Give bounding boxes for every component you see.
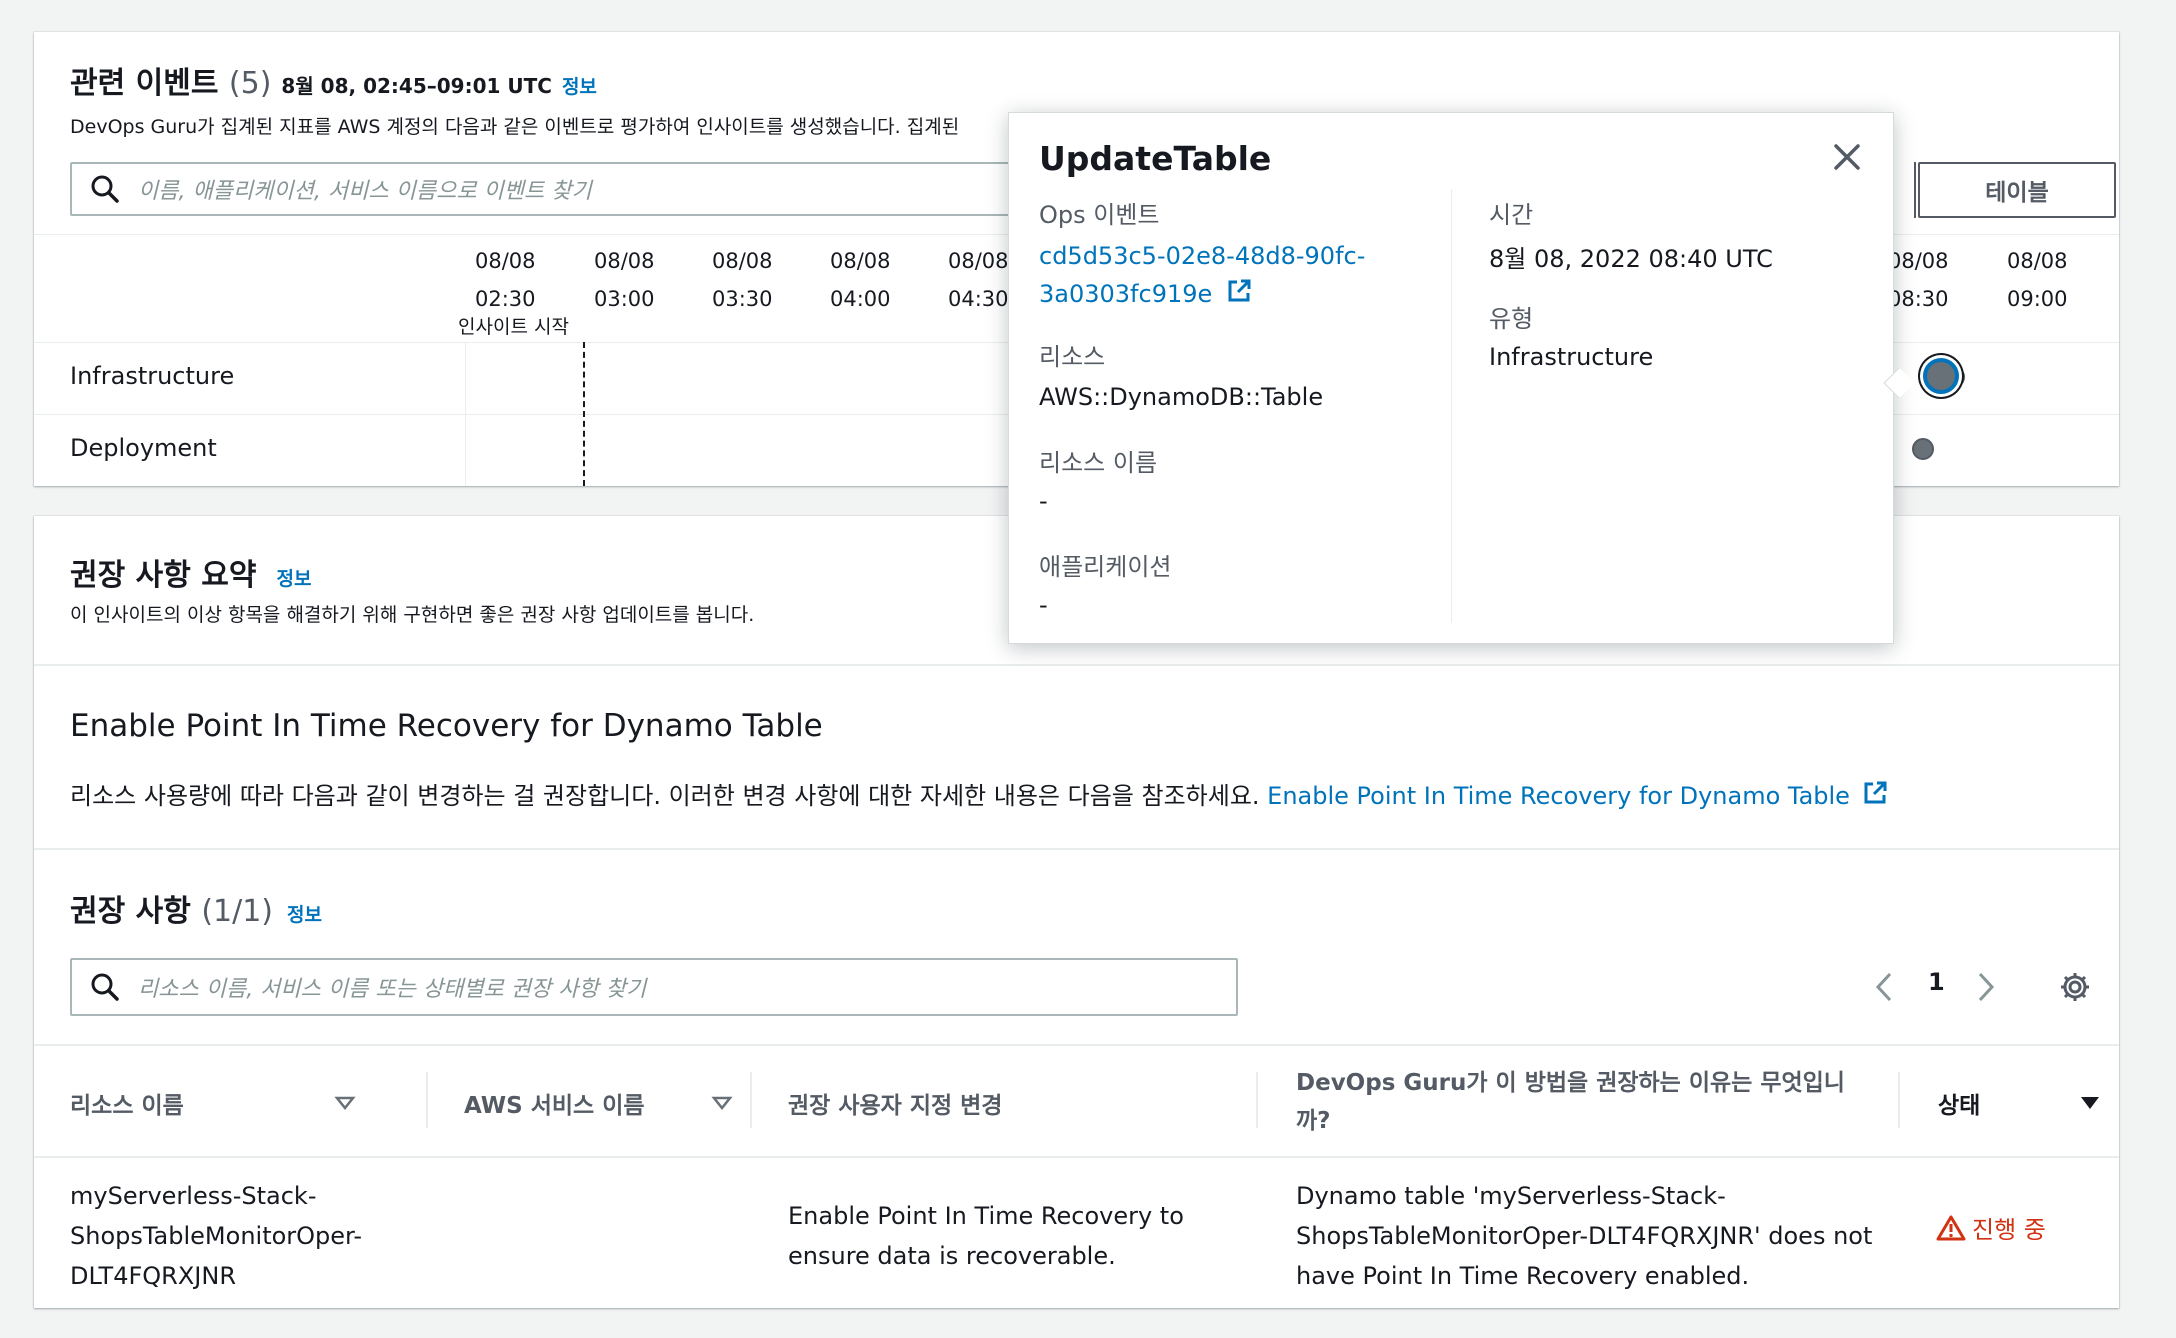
status-badge: 진행 중	[1936, 1210, 2046, 1245]
gear-icon[interactable]	[2058, 970, 2092, 1004]
type-label: 유형	[1489, 305, 1534, 333]
column-header-status[interactable]: 상태	[1938, 1086, 2100, 1120]
close-icon[interactable]	[1827, 137, 1867, 177]
insight-start-marker	[583, 342, 585, 486]
sort-icon[interactable]	[710, 1095, 733, 1111]
cell-resource-name: myServerless-Stack- ShopsTableMonitorOpe…	[70, 1182, 363, 1290]
timeline-tick: 08/08 02:30	[475, 249, 536, 311]
recommendations-search-placeholder: 리소스 이름, 서비스 이름 또는 상태별로 권장 사항 찾기	[138, 977, 647, 1002]
summary-description: 이 인사이트의 이상 항목을 해결하기 위해 구현하면 좋은 권장 사항 업데이…	[70, 604, 755, 626]
timeline-tick: 08/08 09:00	[2007, 249, 2068, 311]
ops-event-link[interactable]: cd5d53c5-02e8-48d8-90fc- 3a0303fc919e	[1039, 237, 1365, 313]
popover-title: UpdateTable	[1039, 139, 1272, 178]
timeline-tick: 08/08 04:00	[830, 249, 891, 311]
summary-title: 권장 사항 요약	[70, 558, 257, 593]
cell-why: Dynamo table 'myServerless-Stack- ShopsT…	[1296, 1182, 1873, 1290]
column-divider	[1898, 1072, 1900, 1128]
ops-event-label: Ops 이벤트	[1039, 201, 1160, 229]
resource-name-value: -	[1039, 487, 1048, 515]
resource-value: AWS::DynamoDB::Table	[1039, 383, 1324, 411]
recommendations-header: 권장 사항 (1/1) 정보	[70, 886, 322, 930]
recommendation-doc-link[interactable]: Enable Point In Time Recovery for Dynamo…	[1267, 781, 1887, 810]
resource-label: 리소스	[1039, 343, 1106, 371]
event-dot[interactable]	[1912, 438, 1934, 460]
divider	[34, 848, 2119, 850]
divider	[34, 664, 2119, 666]
warning-icon	[1936, 1215, 1966, 1240]
table-header-divider	[34, 1156, 2119, 1158]
popover-column-divider	[1451, 189, 1452, 623]
sort-descending-icon[interactable]	[2080, 1095, 2100, 1111]
events-time-range: 8월 08, 02:45–09:01 UTC	[281, 74, 552, 98]
recommendation-card-text: 리소스 사용량에 따라 다음과 같이 변경하는 걸 권장합니다. 이러한 변경 …	[70, 776, 1888, 811]
column-divider	[1256, 1072, 1258, 1128]
column-header-service[interactable]: AWS 서비스 이름	[464, 1086, 733, 1120]
timeline-tick: 08/08 03:30	[712, 249, 773, 311]
column-header-resource[interactable]: 리소스 이름	[70, 1086, 356, 1120]
chevron-left-icon[interactable]	[1874, 970, 1896, 1004]
column-header-why: DevOps Guru가 이 방법을 권장하는 이유는 무엇입니 까?	[1296, 1070, 1845, 1134]
recommendations-search-input[interactable]: 리소스 이름, 서비스 이름 또는 상태별로 권장 사항 찾기	[70, 958, 1238, 1016]
sort-icon[interactable]	[334, 1095, 356, 1111]
type-value: Infrastructure	[1489, 343, 1654, 371]
timeline-row-infrastructure: Infrastructure	[70, 362, 235, 390]
external-link-icon	[1864, 781, 1887, 804]
timeline-label-divider	[465, 342, 466, 486]
summary-header: 권장 사항 요약 정보	[70, 550, 311, 594]
timeline-tick: 08/08 08:30	[1888, 249, 1949, 311]
table-view-button[interactable]: 테이블	[1918, 162, 2116, 218]
time-value: 8월 08, 2022 08:40 UTC	[1489, 245, 1773, 273]
events-info-link[interactable]: 정보	[562, 72, 597, 99]
recommendations-info-link[interactable]: 정보	[287, 900, 322, 927]
chevron-right-icon[interactable]	[1974, 970, 1996, 1004]
search-icon	[88, 970, 122, 1004]
column-divider	[750, 1072, 752, 1128]
event-dot-selected[interactable]	[1923, 358, 1959, 394]
recommendations-title: 권장 사항 (1/1)	[70, 894, 274, 929]
column-divider	[426, 1072, 428, 1128]
timeline-tick: 08/08 04:30	[948, 249, 1009, 311]
cell-recommended-change: Enable Point In Time Recovery to ensure …	[788, 1202, 1184, 1270]
insight-start-label: 인사이트 시작	[458, 316, 569, 338]
event-details-popover: UpdateTable Ops 이벤트 cd5d53c5-02e8-48d8-9…	[1008, 112, 1894, 644]
events-search-input[interactable]: 이름, 애플리케이션, 서비스 이름으로 이벤트 찾기	[70, 162, 1060, 216]
application-value: -	[1039, 591, 1048, 619]
events-search-placeholder: 이름, 애플리케이션, 서비스 이름으로 이벤트 찾기	[138, 179, 592, 204]
summary-info-link[interactable]: 정보	[277, 564, 312, 591]
page-number[interactable]: 1	[1928, 968, 1945, 996]
time-label: 시간	[1489, 201, 1534, 229]
application-label: 애플리케이션	[1039, 553, 1172, 581]
timeline-tick: 08/08 03:00	[594, 249, 655, 311]
external-link-icon	[1228, 279, 1251, 302]
resource-name-label: 리소스 이름	[1039, 449, 1158, 477]
events-title: 관련 이벤트 (5)	[70, 66, 272, 101]
recommendation-card-title: Enable Point In Time Recovery for Dynamo…	[70, 708, 823, 744]
events-description: DevOps Guru가 집계된 지표를 AWS 계정의 다음과 같은 이벤트로…	[70, 116, 960, 138]
search-icon	[88, 172, 122, 206]
events-header: 관련 이벤트 (5) 8월 08, 02:45–09:01 UTC 정보	[70, 58, 597, 102]
timeline-row-deployment: Deployment	[70, 434, 217, 462]
table-top-divider	[34, 1044, 2119, 1046]
column-header-change: 권장 사용자 지정 변경	[788, 1093, 1003, 1119]
